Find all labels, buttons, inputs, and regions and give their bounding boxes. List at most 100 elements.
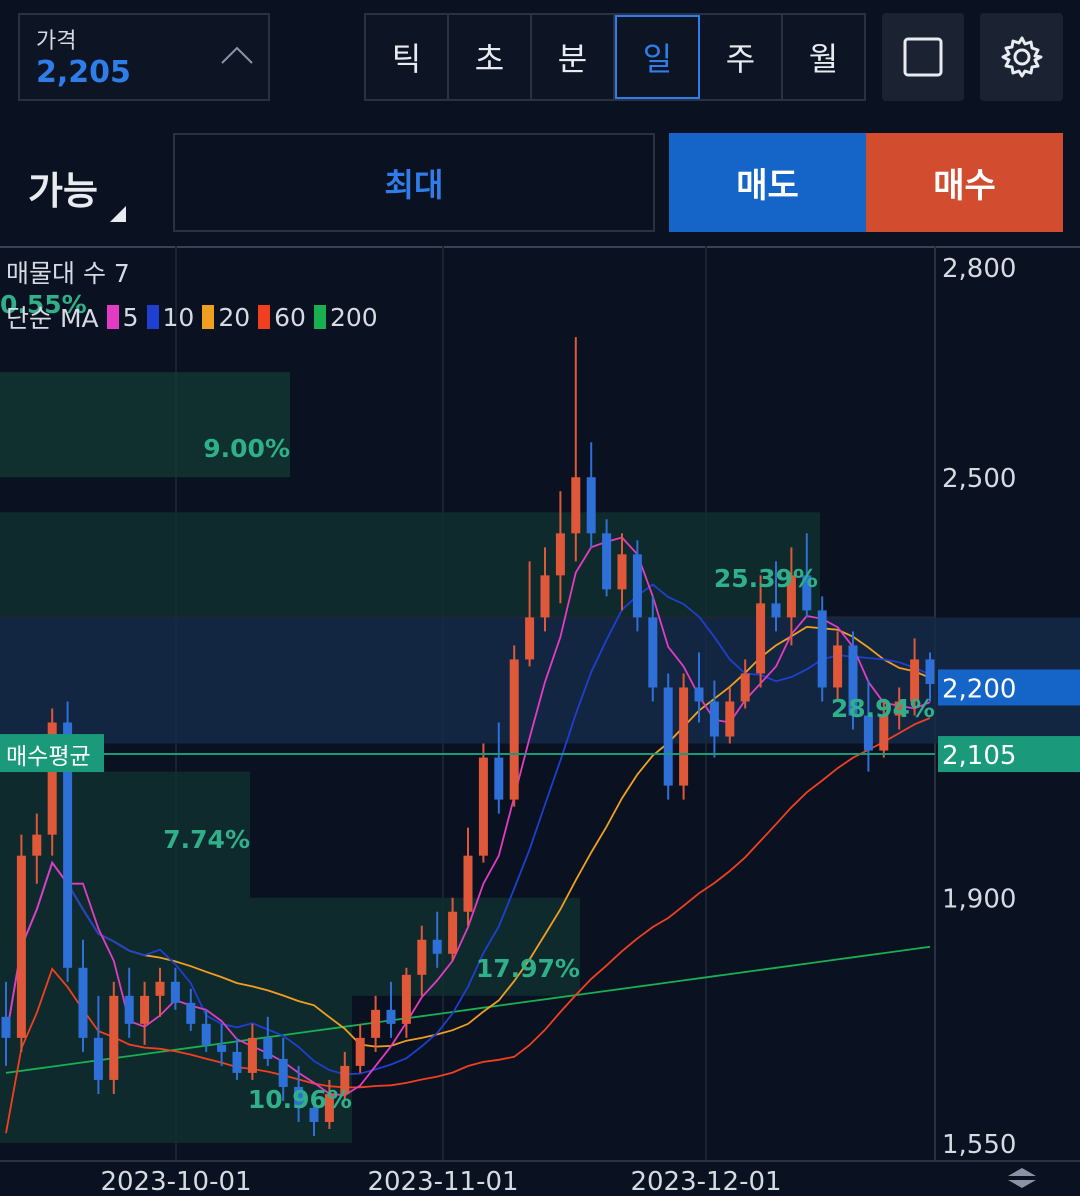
candle-body-44 — [679, 687, 689, 786]
y-tick-label-3: 1,550 — [942, 1130, 1016, 1160]
chevron-up-icon[interactable] — [220, 39, 254, 73]
candle-body-30 — [463, 855, 473, 912]
fullscreen-button[interactable] — [882, 13, 964, 101]
ma-swatch-20 — [202, 305, 215, 329]
volume-profile-bar-1 — [0, 512, 820, 618]
tab-period-0[interactable]: 틱 — [366, 15, 449, 99]
candle-body-8 — [124, 995, 134, 1024]
avg-buy-label: 매수평균 — [6, 744, 91, 770]
candle-body-15 — [232, 1051, 242, 1073]
candle-body-26 — [401, 974, 411, 1024]
candle-body-14 — [217, 1044, 227, 1052]
ma-legend: 단순 MA 5 10 20 60 200 — [6, 299, 378, 335]
scroll-down-icon — [1008, 1180, 1036, 1188]
ma-label-5: 5 — [122, 302, 139, 332]
scroll-up-icon — [1008, 1168, 1036, 1176]
candle-body-35 — [540, 575, 550, 618]
candle-body-45 — [694, 687, 704, 702]
ma-swatch-200 — [313, 305, 326, 329]
candle-body-53 — [817, 610, 827, 688]
candle-body-49 — [756, 603, 766, 674]
x-tick-label-1: 2023-11-01 — [367, 1167, 518, 1196]
volume-profile-label-1: 9.00% — [203, 434, 290, 463]
candle-body-54 — [833, 645, 843, 688]
candle-body-17 — [263, 1037, 273, 1059]
ma-label-20: 20 — [218, 302, 251, 332]
candlestick-chart[interactable]: 매수평균 2,200 2,105 2,800 2,500 1,900 1,550 2023-1… — [0, 246, 1080, 1196]
candle-body-42 — [648, 617, 658, 688]
candle-body-37 — [571, 477, 581, 534]
candle-body-33 — [509, 659, 519, 800]
ma-legend-prefix: 단순 MA — [6, 304, 99, 333]
candle-body-28 — [432, 939, 442, 954]
tab-period-2[interactable]: 분 — [532, 15, 615, 99]
y-tick-label-2: 1,900 — [942, 885, 1016, 915]
volume-profile-label-2: 25.39% — [714, 564, 818, 593]
candle-body-1 — [16, 855, 26, 1038]
volume-profile-legend: 매물대 수 7 — [6, 259, 130, 288]
volume-profile-label-4: 7.74% — [163, 825, 250, 854]
candle-body-13 — [201, 1023, 211, 1045]
candle-body-41 — [632, 554, 642, 618]
dropdown-corner-icon[interactable] — [110, 206, 126, 222]
candle-body-0 — [1, 1016, 11, 1038]
volume-profile-label-5: 17.97% — [476, 954, 580, 983]
candle-body-16 — [247, 1037, 257, 1073]
volume-profile-label-6: 10.96% — [248, 1085, 352, 1114]
candle-body-48 — [740, 673, 750, 702]
current-price-value: 2,200 — [942, 674, 1016, 704]
candle-body-60 — [925, 659, 935, 684]
gear-icon — [1001, 36, 1042, 78]
candle-body-11 — [170, 981, 180, 1003]
candle-body-38 — [586, 477, 596, 534]
candle-body-32 — [494, 757, 504, 800]
x-tick-label-0: 2023-10-01 — [100, 1167, 251, 1196]
x-tick-label-2: 2023-12-01 — [630, 1167, 781, 1196]
candle-body-24 — [371, 1009, 381, 1038]
tab-period-4[interactable]: 주 — [700, 15, 783, 99]
candle-body-40 — [617, 554, 627, 590]
ma-label-200: 200 — [329, 302, 378, 332]
candle-body-5 — [78, 967, 88, 1038]
candle-body-29 — [448, 911, 458, 954]
y-tick-label-1: 2,500 — [942, 464, 1016, 494]
ma-swatch-5 — [106, 305, 119, 329]
price-value: 2,205 — [36, 55, 131, 90]
sell-button[interactable]: 매도 — [669, 133, 866, 232]
candle-body-50 — [771, 603, 781, 618]
period-tabs: 틱초분일주월 — [364, 13, 866, 101]
tab-period-1[interactable]: 초 — [449, 15, 532, 99]
tab-period-5[interactable]: 월 — [783, 15, 864, 99]
candle-body-7 — [109, 995, 119, 1080]
square-icon — [903, 37, 943, 77]
candle-body-47 — [725, 701, 735, 737]
max-quantity-button[interactable]: 최대 — [173, 133, 655, 232]
candle-body-25 — [386, 1009, 396, 1024]
price-label: 가격 — [36, 29, 77, 54]
candle-body-27 — [417, 939, 427, 975]
candle-body-10 — [155, 981, 165, 996]
candle-body-34 — [525, 617, 535, 660]
settings-button[interactable] — [980, 13, 1063, 101]
candle-body-6 — [93, 1037, 103, 1080]
volume-profile-label-3: 28.94% — [831, 694, 935, 723]
candle-body-36 — [555, 533, 565, 576]
candle-body-39 — [602, 533, 612, 590]
ma-swatch-10 — [146, 305, 159, 329]
tab-period-3[interactable]: 일 — [615, 15, 700, 99]
avg-price-value: 2,105 — [942, 741, 1016, 771]
candle-body-46 — [709, 701, 719, 737]
ma-label-60: 60 — [274, 302, 306, 332]
candle-body-23 — [355, 1037, 365, 1066]
candle-body-18 — [278, 1058, 288, 1087]
candle-body-43 — [663, 687, 673, 786]
candle-body-31 — [478, 757, 488, 856]
candle-body-12 — [186, 1002, 196, 1024]
y-tick-label-0: 2,800 — [942, 254, 1016, 284]
price-selector[interactable]: 가격 2,205 — [18, 13, 270, 101]
available-label[interactable]: 가능 — [28, 160, 98, 215]
ma-swatch-60 — [258, 305, 271, 329]
ma-label-10: 10 — [162, 302, 195, 332]
buy-button[interactable]: 매수 — [866, 133, 1063, 232]
candle-body-2 — [32, 834, 42, 856]
